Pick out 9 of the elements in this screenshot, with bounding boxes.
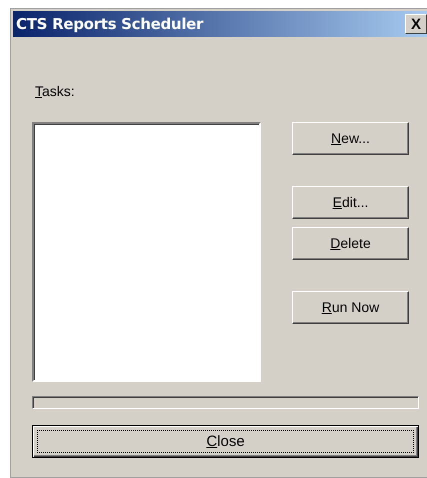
close-dialog-button[interactable]: Close (32, 425, 419, 458)
window-title: CTS Reports Scheduler (16, 14, 204, 35)
title-close-button[interactable]: X (405, 14, 427, 34)
tasks-list[interactable] (32, 122, 261, 382)
action-button[interactable]: Run Now (292, 291, 409, 324)
action-button[interactable]: New... (292, 122, 409, 155)
action-button[interactable]: Delete (292, 227, 409, 260)
tasks-label: Tasks: (35, 82, 75, 101)
action-button[interactable]: Edit... (292, 186, 409, 219)
